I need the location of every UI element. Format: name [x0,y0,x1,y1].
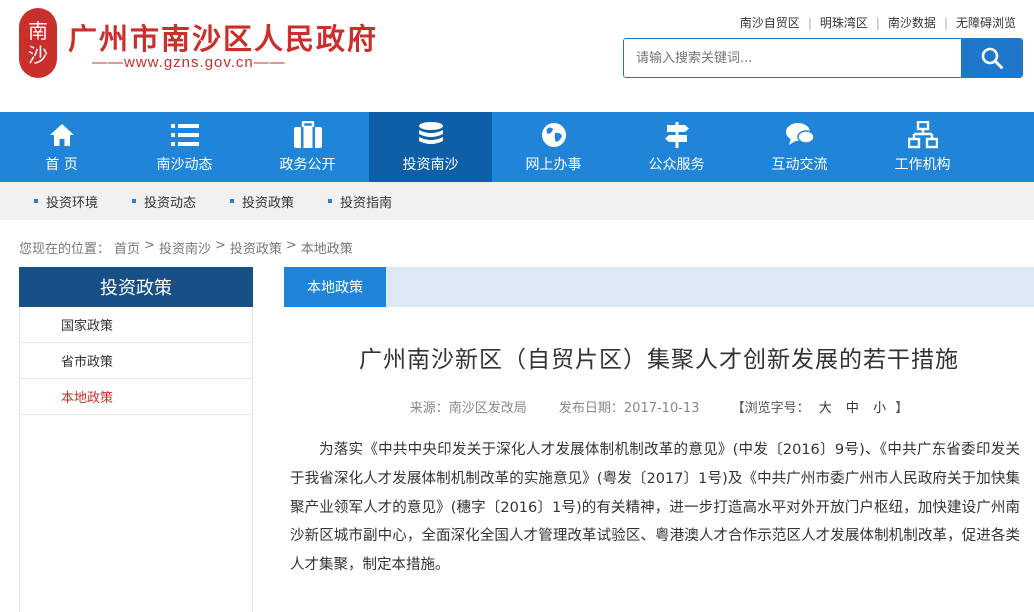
home-icon [49,124,74,146]
breadcrumb-sep: > [144,238,155,253]
content-tab-bar: 本地政策 [284,267,1034,307]
coins-icon [418,122,443,144]
article-date: 发布日期：2017-10-13 [558,401,700,416]
search-input[interactable] [624,39,961,77]
search-button[interactable] [961,39,1022,77]
site-header: 南 沙 广州市南沙区人民政府 ——www.gzns.gov.cn—— 南沙自贸区… [0,0,1034,112]
breadcrumb-sep: > [214,238,226,253]
nav-item-news[interactable]: 南沙动态 [123,112,246,182]
nav-label: 网上办事 [525,157,582,173]
subnav-label: 投资指南 [340,195,393,211]
nav-item-interaction[interactable]: 互动交流 [738,112,861,182]
seal-char-1: 南 [28,19,48,43]
bullet-icon [230,199,235,203]
article-source: 来源：南沙区发改局 [409,401,527,416]
font-size-control: 【浏览字号： 大 中 小 】 [732,401,909,416]
breadcrumb-current[interactable]: 本地政策 [301,238,353,257]
breadcrumb-policy[interactable]: 投资政策 [230,238,282,257]
nav-label: 政务公开 [279,157,336,173]
breadcrumb-home[interactable]: 首页 [114,238,140,257]
font-size-large-button[interactable]: 大 [819,401,832,416]
org-chart-icon [907,121,938,149]
breadcrumb-sep: > [285,238,297,253]
subnav-label: 投资环境 [46,195,99,211]
article-paragraph: 为落实《中共中央印发关于深化人才发展体制机制改革的意见》(中发〔2016〕9号)… [290,442,1020,574]
top-link-accessibility[interactable]: 无障碍浏览 [948,14,1024,31]
bullet-icon [132,199,137,203]
chat-icon [785,123,815,145]
article-meta: 来源：南沙区发改局 发布日期：2017-10-13 【浏览字号： 大 中 小 】 [284,397,1034,416]
tab-local-policy[interactable]: 本地政策 [284,267,386,307]
top-link-data[interactable]: 南沙数据 [880,14,944,31]
nav-label: 工作机构 [894,157,951,173]
article-title: 广州南沙新区（自贸片区）集聚人才创新发展的若干措施 [359,347,959,373]
logo-seal[interactable]: 南 沙 [19,8,57,78]
briefcase-icon [293,121,322,148]
list-icon [170,124,199,146]
subnav-label: 投资动态 [144,195,197,211]
sub-nav: 投资环境 投资动态 投资政策 投资指南 [0,182,1034,220]
nav-label: 互动交流 [771,157,828,173]
main-nav: 首 页 南沙动态 政务公开 投资南沙 网上办事 公众服务 互动交流 工作机构 [0,112,1034,182]
signpost-icon [664,122,689,148]
nav-item-gov-info[interactable]: 政务公开 [246,112,369,182]
seal-char-2: 沙 [28,43,48,67]
nav-label: 首 页 [45,157,78,173]
font-size-small-button[interactable]: 小 [873,401,886,416]
bullet-icon [328,199,333,203]
nav-label: 南沙动态 [156,157,213,173]
subnav-item-news[interactable]: 投资动态 [132,192,196,211]
breadcrumb: 您现在的位置： 首页 > 投资南沙 > 投资政策 > 本地政策 [19,238,357,257]
font-size-medium-button[interactable]: 中 [846,401,859,416]
top-link-mingzhu[interactable]: 明珠湾区 [812,14,876,31]
nav-label: 投资南沙 [402,157,459,173]
breadcrumb-prefix: 您现在的位置： [19,242,111,257]
font-size-bracket: 】 [895,401,909,416]
subnav-item-guide[interactable]: 投资指南 [328,192,392,211]
sidebar-item-local[interactable]: 本地政策 [19,379,253,415]
nav-label: 公众服务 [648,157,705,173]
top-link-ftz[interactable]: 南沙自贸区 [732,14,808,31]
site-url: ——www.gzns.gov.cn—— [92,54,286,71]
subnav-label: 投资政策 [242,195,295,211]
subnav-item-policy[interactable]: 投资政策 [230,192,294,211]
bullet-icon [34,199,38,203]
search-box [623,38,1023,78]
sidebar-title: 投资政策 [19,267,253,307]
site-title[interactable]: 广州市南沙区人民政府 [68,16,378,58]
font-size-label: 【浏览字号： [731,401,810,416]
globe-icon [541,123,566,147]
sidebar-item-national[interactable]: 国家政策 [19,307,253,343]
search-icon [981,47,1003,69]
nav-item-agencies[interactable]: 工作机构 [861,112,984,182]
subnav-item-environment[interactable]: 投资环境 [34,192,98,211]
nav-item-public-service[interactable]: 公众服务 [615,112,738,182]
nav-item-invest[interactable]: 投资南沙 [369,112,492,182]
sidebar-item-provincial[interactable]: 省市政策 [19,343,253,379]
breadcrumb-invest[interactable]: 投资南沙 [159,238,211,257]
nav-item-home[interactable]: 首 页 [0,112,123,182]
nav-item-online-service[interactable]: 网上办事 [492,112,615,182]
sidebar: 投资政策 国家政策 省市政策 本地政策 [19,267,253,612]
top-links: 南沙自贸区 | 明珠湾区 | 南沙数据 | 无障碍浏览 [732,14,1024,31]
